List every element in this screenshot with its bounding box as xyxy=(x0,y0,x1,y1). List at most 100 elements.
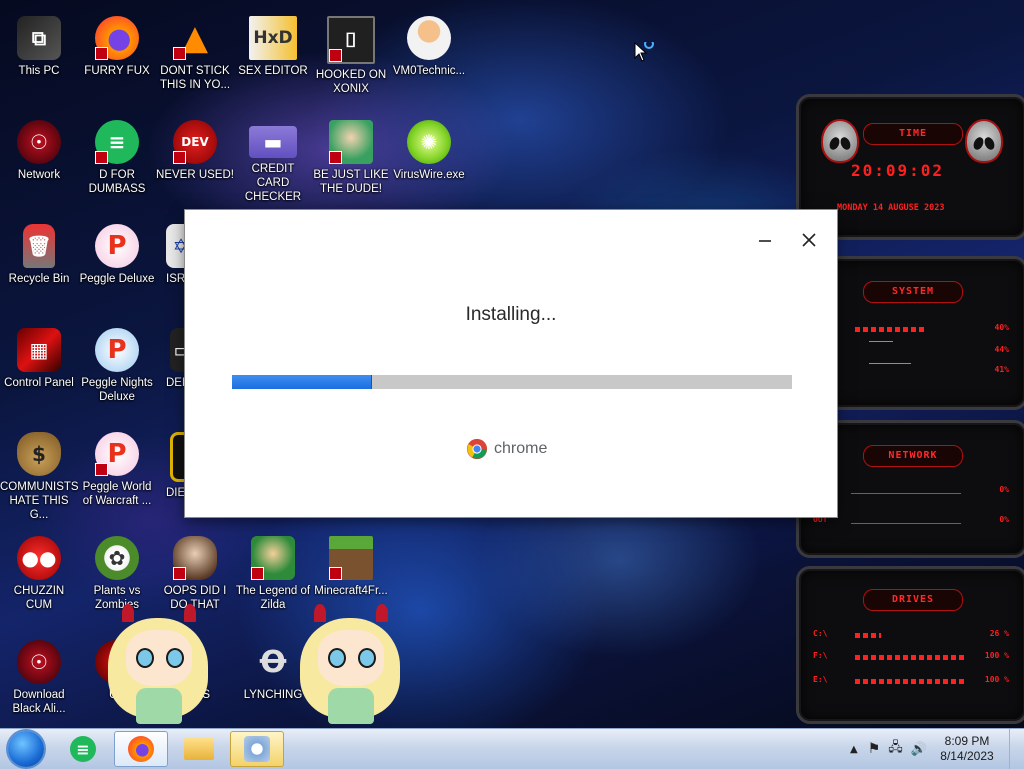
flower-icon: ✿ xyxy=(95,536,139,580)
desktop-icon-label: COMMUNISTS HATE THIS G... xyxy=(0,481,79,521)
desktop-icon-viruswire[interactable]: ✺ VirusWire.exe xyxy=(390,112,468,182)
taskbar-discord-button[interactable]: ≡ xyxy=(56,731,110,767)
santa-icon xyxy=(329,120,373,164)
chrome-brand-text: chrome xyxy=(494,440,548,457)
desktop-icon-this-pc[interactable]: ⧉ This PC xyxy=(0,8,78,78)
desktop-icon-label: HOOKED ON XONIX xyxy=(315,69,387,95)
desktop-icon-never-used[interactable]: DEV NEVER USED! xyxy=(156,112,234,182)
taskbar: ≡ ▲ ⚑ 🖧 🔊 8:09 PM 8/14/2023 xyxy=(0,728,1024,769)
taskbar-clock[interactable]: 8:09 PM 8/14/2023 xyxy=(932,734,1002,764)
desktop-icon-label: Control Panel xyxy=(4,377,74,389)
install-progress-fill xyxy=(232,375,372,389)
gadget-time-title: TIME xyxy=(863,123,963,145)
gadget-time-value: 20:09:02 xyxy=(851,161,945,180)
discord-icon: ≡ xyxy=(95,120,139,164)
desktop-icon-peggle-nights[interactable]: P Peggle Nights Deluxe xyxy=(78,320,156,404)
volume-icon[interactable]: 🔊 xyxy=(911,742,927,757)
desktop-icon-peggle-deluxe[interactable]: P Peggle Deluxe xyxy=(78,216,156,286)
gadget-drives-panel: DRIVES C:\ 26 % F:\ 100 % E:\ 100 % xyxy=(796,566,1024,724)
alien-head-icon: ☉ xyxy=(17,120,61,164)
hxd-icon: HxD xyxy=(249,16,297,60)
grass-block-icon xyxy=(329,536,373,580)
desktop-icon-label: BE JUST LIKE THE DUDE! xyxy=(313,169,389,195)
desktop-icon-recycle-bin[interactable]: 🗑 Recycle Bin xyxy=(0,216,78,286)
action-center-flag-icon[interactable]: ⚑ xyxy=(868,741,881,757)
recycle-bin-icon: 🗑 xyxy=(23,224,55,268)
desktop-icon-network[interactable]: ☉ Network xyxy=(0,112,78,182)
gadget-system-row: AM44% xyxy=(813,345,1009,354)
start-button[interactable] xyxy=(8,731,44,767)
minimize-button[interactable] xyxy=(751,228,779,252)
desktop-icon-label: Minecraft4Fr... xyxy=(314,585,388,597)
gadget-system-title: SYSTEM xyxy=(863,281,963,303)
desktop-icon-d-for-dumbass[interactable]: ≡ D FOR DUMBASS xyxy=(78,112,156,196)
lime-icon: ✺ xyxy=(407,120,451,164)
taskbar-firefox-button[interactable] xyxy=(114,731,168,767)
gadget-system-row: U40% xyxy=(813,323,1009,337)
firefox-icon xyxy=(95,16,139,60)
clock-date: 8/14/2023 xyxy=(940,749,994,763)
chuzzle-icon: ●● xyxy=(17,536,61,580)
clock-time: 8:09 PM xyxy=(944,734,990,748)
maze-icon: ⌷ xyxy=(327,16,375,64)
desktop-icon-credit-card[interactable]: ▬ CREDIT CARD CHECKER xyxy=(234,112,312,204)
desktop-icon-sex-editor[interactable]: HxD SEX EDITOR xyxy=(234,8,312,78)
desktop-icon-label: This PC xyxy=(18,65,60,77)
minimize-icon xyxy=(759,240,771,242)
alien-head-icon xyxy=(965,119,1003,163)
desktop-icon-control-panel[interactable]: ▦ Control Panel xyxy=(0,320,78,390)
desktop-icon-peggle-wow[interactable]: P Peggle World of Warcraft ... xyxy=(78,424,156,508)
gadget-system-row: WAP41% xyxy=(813,365,1009,374)
discord-icon: ≡ xyxy=(70,736,96,762)
desktop-icon-communists[interactable]: $ COMMUNISTS HATE THIS G... xyxy=(0,424,79,522)
desktop-icon-furry-fux[interactable]: FURRY FUX xyxy=(78,8,156,78)
close-button[interactable] xyxy=(795,228,823,252)
devcpp-icon: DEV xyxy=(173,120,217,164)
desktop-icon-download-black-ali[interactable]: ☉ Download Black Ali... xyxy=(0,632,78,716)
traffic-cone-icon: ▲ xyxy=(173,16,217,60)
desktop-icon-label: NEVER USED! xyxy=(156,169,234,181)
gadget-drive-row: E:\ 100 % xyxy=(813,675,1009,684)
show-desktop-button[interactable] xyxy=(1009,729,1024,769)
link-icon xyxy=(251,536,295,580)
gadget-drive-row: F:\ 100 % xyxy=(813,651,1009,660)
desktop-icon-label: Peggle Nights Deluxe xyxy=(81,377,153,403)
desktop-icon-dont-stick[interactable]: ▲ DONT STICK THIS IN YO... xyxy=(156,8,234,92)
desktop-icon-minecraft[interactable]: Minecraft4Fr... xyxy=(312,528,390,598)
peggle-icon: P xyxy=(95,224,139,268)
desktop-icon-label: D FOR DUMBASS xyxy=(88,169,146,195)
desktop-icon-label: VM0Technic... xyxy=(392,65,466,77)
desktop-icon-label: DONT STICK THIS IN YO... xyxy=(159,65,231,91)
taskbar-installer-button[interactable] xyxy=(230,731,284,767)
firefox-icon xyxy=(128,736,154,762)
alien-head-icon: ☉ xyxy=(17,640,61,684)
desktop-icon-label: FURRY FUX xyxy=(84,65,150,77)
desktop-icon-label: CREDIT CARD CHECKER xyxy=(244,163,302,203)
computer-icon: ⧉ xyxy=(17,16,61,60)
character-sticker xyxy=(296,600,406,725)
desktop-icon-hooked-on-xonix[interactable]: ⌷ HOOKED ON XONIX xyxy=(312,8,390,96)
desktop-icon-be-just-like[interactable]: BE JUST LIKE THE DUDE! xyxy=(312,112,390,196)
desktop-icon-vm0technic[interactable]: VM0Technic... xyxy=(390,8,468,78)
noose-icon: Ꝋ xyxy=(259,644,287,680)
network-icon[interactable]: 🖧 xyxy=(888,738,903,760)
money-bag-icon: $ xyxy=(17,432,61,476)
gadget-network-row: OUT 0% xyxy=(813,515,1009,524)
desktop-icon-chuzzin[interactable]: ●● CHUZZIN CUM xyxy=(0,528,78,612)
desktop-icon-label: CHUZZIN CUM xyxy=(13,585,65,611)
desktop-icon-label: Peggle Deluxe xyxy=(79,273,155,285)
portrait-icon xyxy=(173,536,217,580)
system-tray: ▲ ⚑ 🖧 🔊 xyxy=(850,729,927,769)
taskbar-explorer-button[interactable] xyxy=(172,731,226,767)
chrome-logo-icon xyxy=(466,438,488,460)
close-icon xyxy=(802,233,816,247)
show-hidden-icons-icon[interactable]: ▲ xyxy=(850,744,858,755)
character-sticker xyxy=(104,600,214,725)
peggle-icon: P xyxy=(95,432,139,476)
gadget-date: MONDAY 14 AUGUSE 2023 xyxy=(837,203,945,213)
installer-icon xyxy=(244,736,270,762)
desktop-icon-label: Peggle World of Warcraft ... xyxy=(82,481,152,507)
desktop-icon-label: Recycle Bin xyxy=(8,273,70,285)
gadget-drive-row: C:\ 26 % xyxy=(813,629,1009,638)
desktop-icon-label: Network xyxy=(17,169,61,181)
